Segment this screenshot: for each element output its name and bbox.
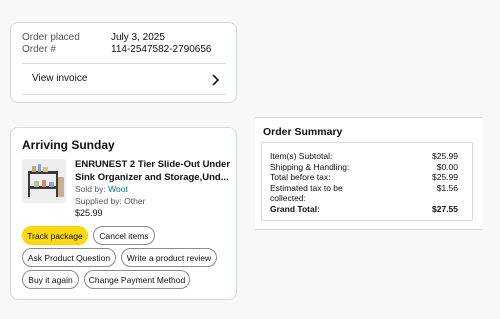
cancel-items-button[interactable]: Cancel items (93, 226, 155, 245)
summary-value: $25.99 (432, 172, 458, 182)
order-summary-card: Order Summary Item(s) Subtotal: $25.99 S… (255, 117, 482, 230)
summary-value: $0.00 (436, 161, 458, 172)
order-details-card: Order placed July 3, 2025 Order # 114-25… (10, 22, 237, 103)
sold-by-label: Sold by: (75, 184, 106, 194)
organizer-product-illustration (22, 159, 66, 203)
summary-value: $27.55 (432, 204, 458, 214)
product-title-link[interactable]: ENRUNEST 2 Tier Slide-Out Under Sink Org… (75, 158, 230, 184)
product-title-line-1: ENRUNEST 2 Tier Slide-Out Under (75, 159, 231, 170)
view-invoice-label: View invoice (32, 73, 88, 84)
summary-label: Total before tax: (270, 172, 331, 182)
order-placed-date: July 3, 2025 (111, 32, 165, 43)
product-price: $25.99 (75, 208, 103, 218)
seller-link[interactable]: Woot (108, 184, 128, 194)
order-number-value: 114-2547582-2790656 (111, 44, 212, 55)
summary-value: $25.99 (432, 151, 458, 161)
supplied-by: Supplied by: Other (75, 196, 146, 206)
shipment-card: Arriving Sunday ENRUNEST 2 Tier Slide-Ou… (10, 127, 237, 300)
order-summary-box: Item(s) Subtotal: $25.99 Shipping & Hand… (261, 142, 473, 221)
divider (22, 94, 226, 95)
product-title-line-2: Sink Organizer and Storage,Und... (75, 172, 229, 183)
ask-product-question-button[interactable]: Ask Product Question (22, 248, 116, 267)
summary-label: Estimated tax to be collected: (270, 182, 343, 204)
sold-by: Sold by: Woot (75, 184, 128, 194)
summary-label: Shipping & Handling: (270, 161, 350, 172)
change-payment-method-button[interactable]: Change Payment Method (84, 270, 190, 289)
order-placed-label: Order placed (22, 32, 80, 43)
summary-label: Item(s) Subtotal: (270, 151, 333, 161)
order-number-label: Order # (22, 44, 56, 55)
order-summary-heading: Order Summary (263, 126, 343, 138)
shipment-status-heading: Arriving Sunday (22, 138, 115, 152)
product-image[interactable] (22, 159, 66, 203)
buy-it-again-button[interactable]: Buy it again (22, 270, 79, 289)
view-invoice-link[interactable]: View invoice (22, 67, 226, 94)
track-package-button[interactable]: Track package (22, 226, 88, 245)
chevron-right-icon (212, 74, 220, 86)
summary-value: $1.56 (436, 182, 458, 193)
divider (22, 63, 226, 64)
write-review-button[interactable]: Write a product review (121, 248, 217, 267)
summary-label: Grand Total: (270, 204, 320, 214)
